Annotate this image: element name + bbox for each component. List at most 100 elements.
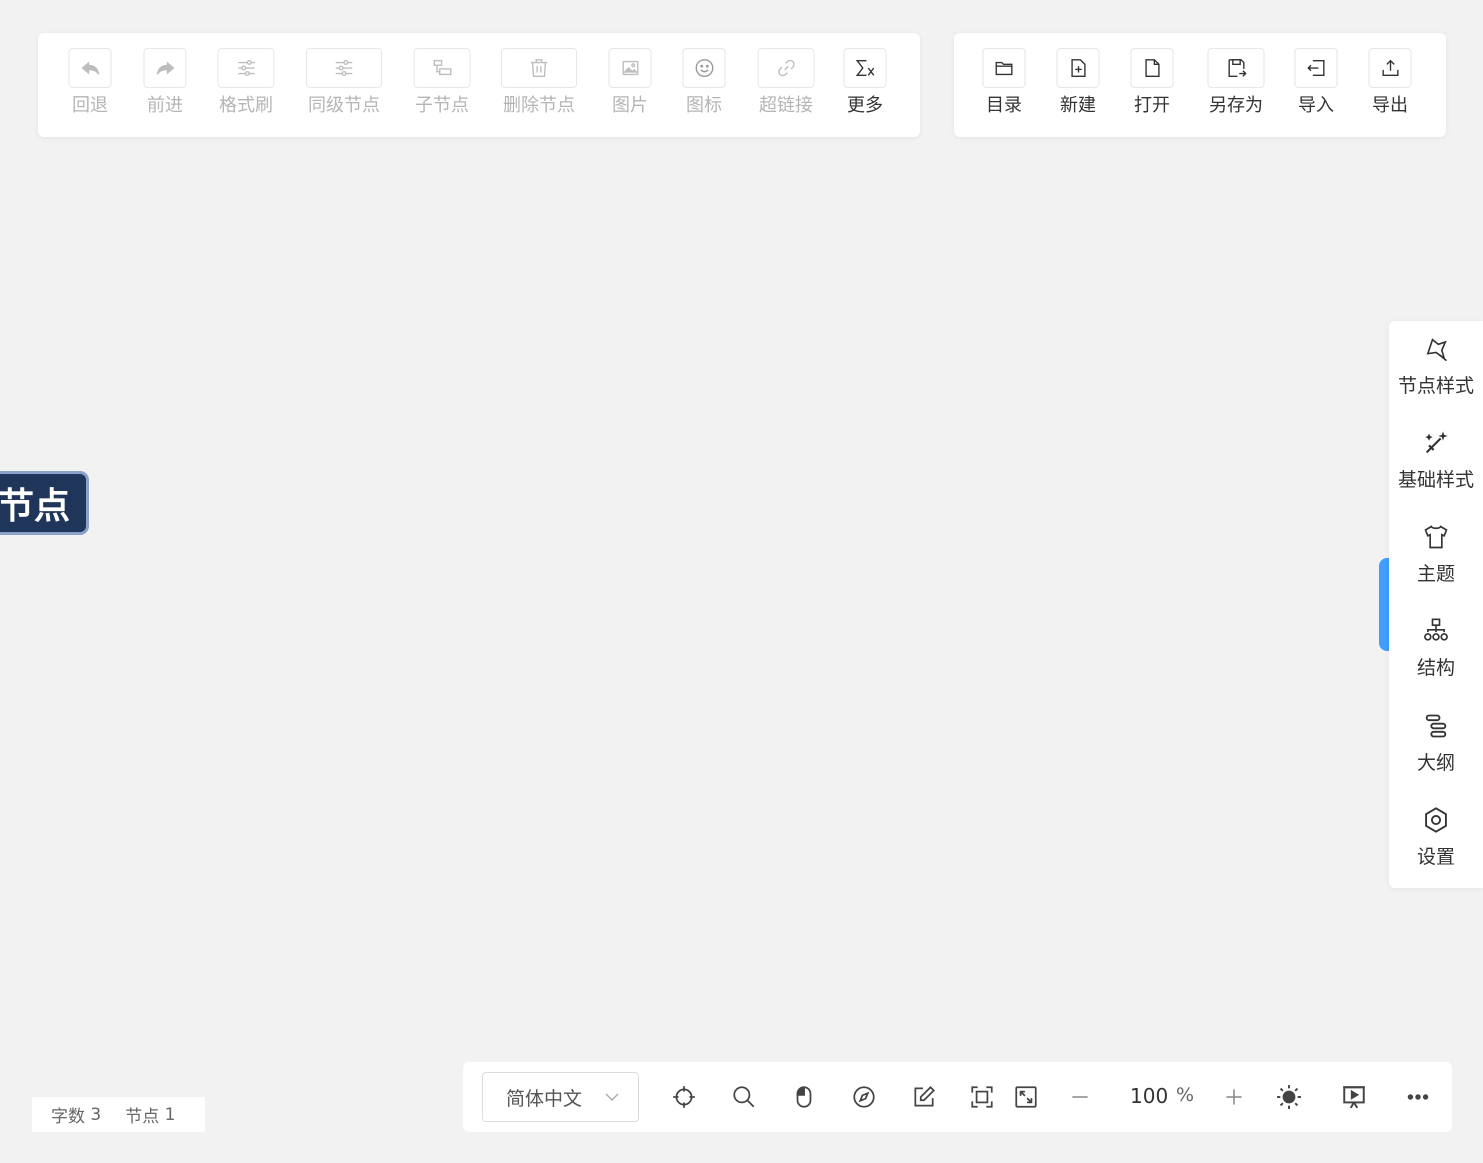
word-count-label: 字数 (51, 1107, 85, 1127)
redo-icon (156, 61, 174, 75)
zoom-level: 100 (1130, 1084, 1169, 1108)
sidebar-item-outline[interactable]: 大纲 (1389, 712, 1483, 775)
sidebar-item-label: 结构 (1416, 657, 1455, 679)
structure-icon (1424, 618, 1448, 641)
sun-icon (1277, 1085, 1301, 1109)
right-sidebar: 节点样式 基础样式 主题 结构 大纲 设置 (1389, 321, 1483, 888)
edit-icon (914, 1086, 935, 1107)
locate-button[interactable] (669, 1082, 699, 1112)
fullscreen-button[interactable] (1011, 1082, 1041, 1112)
trash-icon (530, 59, 548, 77)
upload-icon (1381, 59, 1399, 77)
format-painter-button[interactable]: 格式刷 (217, 48, 275, 117)
child-node-icon (433, 59, 451, 76)
redo-button[interactable]: 前进 (143, 48, 187, 117)
theme-toggle-button[interactable] (1274, 1082, 1304, 1112)
hyperlink-label: 超链接 (759, 95, 813, 116)
hyperlink-button[interactable]: 超链接 (757, 48, 815, 117)
fit-screen-icon (971, 1086, 993, 1108)
delete-node-button[interactable]: 删除节点 (501, 48, 577, 117)
new-label: 新建 (1060, 95, 1096, 116)
status-bar: 字数 3 节点 1 (32, 1097, 205, 1132)
search-button[interactable] (729, 1082, 759, 1112)
export-label: 导出 (1372, 95, 1408, 116)
zoom-out-button[interactable] (1065, 1082, 1095, 1112)
save-as-button[interactable]: 另存为 (1207, 48, 1265, 117)
formula-icon (855, 59, 874, 77)
image-label: 图片 (612, 95, 648, 116)
new-button[interactable]: 新建 (1056, 48, 1100, 117)
icon-button[interactable]: 图标 (682, 48, 726, 117)
import-icon (1306, 59, 1325, 77)
more-options-button[interactable] (1403, 1082, 1433, 1112)
sibling-node-button[interactable]: 同级节点 (306, 48, 382, 117)
minus-icon (1072, 1096, 1088, 1098)
image-button[interactable]: 图片 (608, 48, 652, 117)
node-count-label: 节点 (125, 1107, 160, 1127)
outline-icon (1425, 714, 1447, 738)
fit-view-button[interactable] (967, 1082, 997, 1112)
more-button[interactable]: 更多 (843, 48, 887, 117)
child-node-button[interactable]: 子节点 (413, 48, 471, 117)
sidebar-item-base-style[interactable]: 基础样式 (1389, 429, 1483, 492)
node-count-value: 1 (164, 1104, 176, 1125)
file-icon (1144, 59, 1160, 77)
delete-node-label: 删除节点 (503, 95, 575, 116)
root-node[interactable]: 节点 (0, 471, 89, 535)
sidebar-item-label: 设置 (1416, 846, 1455, 868)
open-label: 打开 (1134, 95, 1170, 116)
zoom-in-button[interactable] (1219, 1082, 1249, 1112)
language-select[interactable]: 简体中文 (482, 1072, 639, 1122)
chevron-down-icon (605, 1093, 619, 1101)
edit-toolbar: 回退 前进 格式刷 同级节点 子节点 删除节点 图片 图标 超链接 更多 (38, 33, 920, 137)
child-node-label: 子节点 (415, 95, 469, 116)
smiley-icon (695, 59, 713, 77)
undo-label: 回退 (72, 95, 108, 116)
magic-wand-icon (1425, 431, 1448, 454)
open-button[interactable]: 打开 (1130, 48, 1174, 117)
sidebar-item-label: 节点样式 (1397, 375, 1474, 397)
sidebar-item-label: 主题 (1416, 563, 1455, 585)
export-button[interactable]: 导出 (1368, 48, 1412, 117)
sidebar-item-node-style[interactable]: 节点样式 (1389, 335, 1483, 398)
sidebar-item-settings[interactable]: 设置 (1389, 806, 1483, 869)
navigator-button[interactable] (849, 1082, 879, 1112)
image-icon (621, 60, 639, 76)
more-label: 更多 (847, 95, 883, 116)
ellipsis-icon (1407, 1094, 1429, 1100)
redo-label: 前进 (147, 95, 183, 116)
zoom-unit: % (1176, 1084, 1195, 1106)
edit-mode-button[interactable] (909, 1082, 939, 1112)
mouse-icon (796, 1086, 812, 1108)
mouse-mode-button[interactable] (789, 1082, 819, 1112)
new-file-icon (1070, 59, 1086, 77)
shirt-icon (1424, 525, 1448, 549)
directory-label: 目录 (986, 95, 1022, 116)
crosshair-icon (673, 1086, 695, 1108)
sibling-node-icon (335, 59, 353, 77)
language-value: 简体中文 (506, 1087, 583, 1110)
search-icon (733, 1086, 755, 1108)
plus-icon (1226, 1089, 1242, 1105)
save-as-label: 另存为 (1209, 95, 1263, 116)
expand-icon (1015, 1086, 1037, 1108)
undo-button[interactable]: 回退 (68, 48, 112, 117)
presentation-button[interactable] (1339, 1082, 1369, 1112)
presentation-icon (1343, 1086, 1365, 1109)
sidebar-item-label: 大纲 (1416, 752, 1455, 774)
link-icon (777, 59, 795, 77)
word-count-value: 3 (90, 1104, 102, 1125)
sidebar-item-label: 基础样式 (1397, 469, 1474, 491)
undo-icon (81, 61, 99, 75)
save-as-icon (1227, 59, 1247, 77)
sliders-icon (237, 59, 255, 77)
sidebar-item-structure[interactable]: 结构 (1389, 617, 1483, 680)
settings-icon (1425, 807, 1447, 833)
sibling-node-label: 同级节点 (308, 95, 380, 116)
directory-button[interactable]: 目录 (982, 48, 1026, 117)
folder-icon (995, 61, 1013, 76)
compass-icon (853, 1086, 875, 1108)
import-button[interactable]: 导入 (1294, 48, 1338, 117)
node-style-icon (1426, 338, 1448, 362)
sidebar-item-theme[interactable]: 主题 (1389, 523, 1483, 586)
